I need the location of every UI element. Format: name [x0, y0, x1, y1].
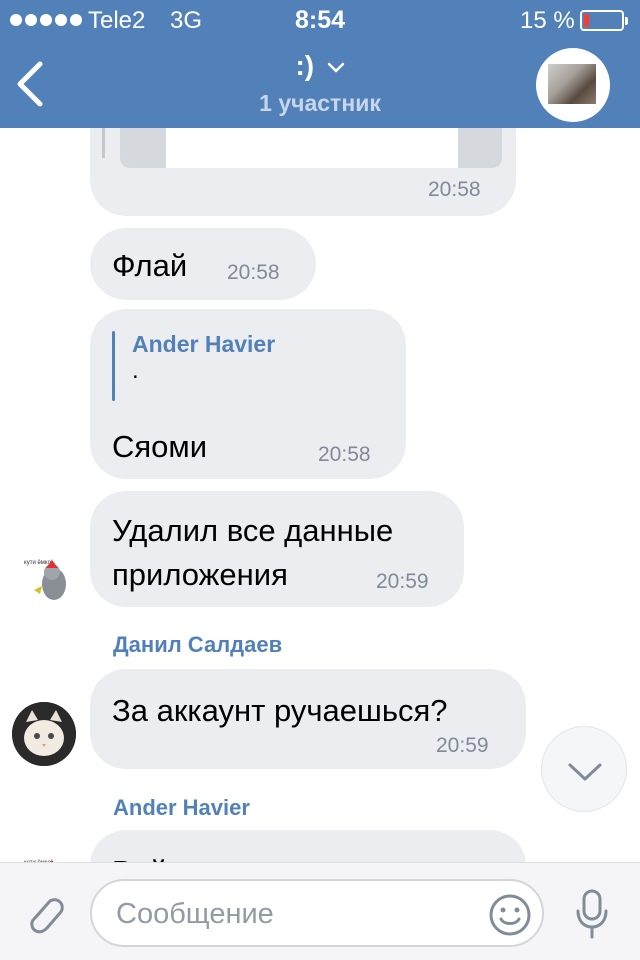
chat-header: Tele2 3G 8:54 15 % :) 1 участник: [0, 0, 640, 128]
message-time: 20:58: [227, 261, 280, 284]
message-text: Флай: [112, 248, 188, 283]
message-time: 20:59: [436, 734, 489, 757]
status-bar: Tele2 3G 8:54 15 %: [0, 0, 640, 40]
message-time: 20:59: [376, 570, 429, 593]
message-text: За аккаунт ручаешься?: [112, 693, 448, 728]
message-bubble[interactable]: Флай 20:58: [90, 228, 316, 300]
sender-name[interactable]: Ander Havier: [113, 795, 250, 821]
smiley-icon: [489, 894, 531, 936]
message-bubble[interactable]: За аккаунт ручаешься? 20:59: [90, 669, 526, 769]
attachment-preview[interactable]: [120, 128, 502, 168]
message-input[interactable]: Сообщение: [90, 879, 544, 947]
microphone-button[interactable]: [570, 887, 614, 941]
sticker-avatar-icon: кути ёмко!: [16, 550, 80, 614]
attach-button[interactable]: [20, 891, 68, 939]
scroll-down-button[interactable]: [541, 726, 627, 812]
chat-title: :): [295, 50, 315, 81]
paperclip-icon: [30, 898, 64, 934]
microphone-icon: [576, 889, 608, 939]
chat-avatar[interactable]: [536, 48, 610, 122]
sender-avatar[interactable]: кути ёмко!: [16, 550, 80, 614]
message-bubble-reply[interactable]: Ander Havier . Сяоми 20:58: [90, 309, 406, 479]
chevron-down-icon: [327, 62, 344, 73]
message-text: Сяоми: [112, 429, 208, 464]
message-input-placeholder: Сообщение: [116, 898, 274, 930]
attachment-divider: [102, 128, 105, 158]
reply-author: Ander Havier: [132, 331, 276, 357]
chevron-down-icon: [568, 763, 602, 781]
message-bubble-attachment[interactable]: 20:58: [90, 128, 516, 216]
sender-avatar[interactable]: [12, 702, 76, 766]
sticker-avatar-icon: кути ёмко!: [16, 850, 80, 862]
message-text-line-2: приложения: [112, 557, 288, 592]
sender-name[interactable]: Данил Салдаев: [113, 632, 282, 658]
message-time: 20:58: [318, 443, 371, 466]
emoji-button[interactable]: [488, 893, 532, 937]
attachment-preview-image: [166, 128, 458, 168]
battery-level-fill: [584, 14, 589, 27]
message-bubble[interactable]: Вой, на аккаунте ничего вы: [90, 830, 526, 862]
sender-avatar[interactable]: кути ёмко!: [16, 850, 80, 862]
message-list[interactable]: 20:58 Флай 20:58 Ander Havier . Сяоми 20…: [0, 128, 640, 862]
reply-text: .: [132, 357, 139, 384]
battery-icon: [580, 10, 628, 31]
message-text-line-1: Удалил все данные: [112, 513, 394, 548]
composer-bar: Сообщение: [0, 862, 640, 960]
message-bubble[interactable]: Удалил все данные приложения 20:59: [90, 491, 464, 607]
chat-avatar-image: [548, 64, 596, 104]
cat-avatar-icon: [12, 702, 76, 766]
reply-bar: [112, 331, 115, 401]
message-text: Вой, на аккаунте ничего вы: [112, 854, 505, 862]
battery-percent: 15 %: [520, 7, 575, 34]
message-time: 20:58: [428, 178, 481, 201]
